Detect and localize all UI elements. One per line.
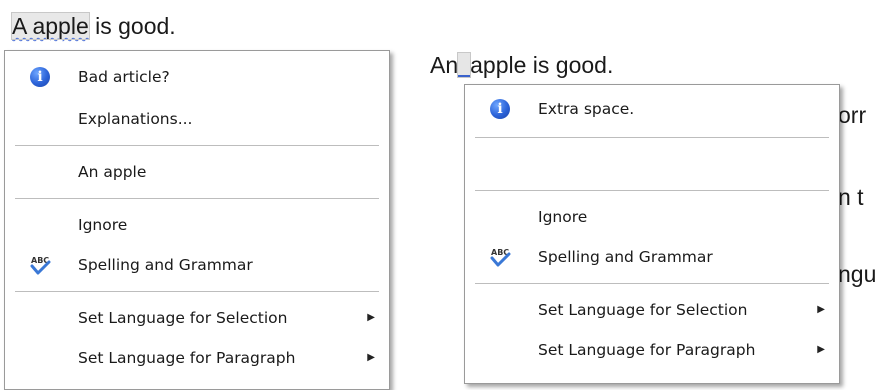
right-context-menu: i Extra space. Ignore ABC Spelling and G… [464, 84, 840, 384]
info-icon: i [489, 98, 511, 120]
menu-item-replacement[interactable]: An apple [5, 152, 389, 192]
menu-separator [475, 137, 829, 138]
left-context-menu: i Bad article? Explanations... An apple … [4, 50, 390, 390]
menu-item-label: Set Language for Selection [78, 309, 288, 327]
flagged-space[interactable] [457, 52, 472, 78]
menu-separator [475, 190, 829, 191]
menu-item-label: Set Language for Selection [538, 301, 748, 319]
background-text-line: orr [838, 102, 867, 128]
left-document-line: A apple is good. [11, 12, 176, 40]
menu-item-label: Explanations... [78, 110, 193, 128]
menu-item-label: An apple [78, 163, 147, 181]
document-text: is good. [88, 13, 176, 39]
document-text: apple is good. [470, 52, 614, 78]
menu-item-language-paragraph[interactable]: Set Language for Paragraph ▶ [465, 330, 839, 370]
menu-separator [15, 291, 379, 292]
menu-item-label: Spelling and Grammar [78, 256, 253, 274]
right-document-line: An apple is good. [430, 51, 613, 79]
menu-item-label: Bad article? [78, 68, 170, 86]
flagged-phrase[interactable]: A apple [11, 12, 90, 40]
menu-separator [15, 145, 379, 146]
triangle-right-icon: ▶ [367, 312, 375, 323]
menu-item-explanations[interactable]: Explanations... [5, 99, 389, 139]
menu-item-ignore[interactable]: Ignore [465, 197, 839, 237]
menu-item-label: Ignore [538, 208, 588, 226]
menu-item-label: Spelling and Grammar [538, 248, 713, 266]
menu-separator [475, 283, 829, 284]
document-text-prefix: An [430, 52, 459, 78]
menu-item-label: Set Language for Paragraph [538, 341, 756, 359]
menu-item-label: Ignore [78, 216, 128, 234]
menu-item-language-selection[interactable]: Set Language for Selection ▶ [5, 298, 389, 338]
menu-item-language-paragraph[interactable]: Set Language for Paragraph ▶ [5, 338, 389, 378]
triangle-right-icon: ▶ [367, 352, 375, 363]
menu-item-spelling-grammar[interactable]: ABC Spelling and Grammar [5, 245, 389, 285]
menu-item-label: Extra space. [538, 100, 635, 118]
background-text-line: ngu [838, 261, 877, 287]
menu-separator [15, 198, 379, 199]
menu-item-bad-article: i Bad article? [5, 55, 389, 99]
menu-item-ignore[interactable]: Ignore [5, 205, 389, 245]
info-icon: i [29, 66, 51, 88]
triangle-right-icon: ▶ [817, 344, 825, 355]
menu-item-empty [465, 144, 839, 184]
menu-item-language-selection[interactable]: Set Language for Selection ▶ [465, 290, 839, 330]
menu-item-label: Set Language for Paragraph [78, 349, 296, 367]
abc-check-icon: ABC [29, 254, 51, 276]
menu-item-spelling-grammar[interactable]: ABC Spelling and Grammar [465, 237, 839, 277]
triangle-right-icon: ▶ [817, 304, 825, 315]
background-text-line: n t [838, 184, 864, 210]
abc-check-icon: ABC [489, 246, 511, 268]
menu-item-extra-space: i Extra space. [465, 87, 839, 131]
